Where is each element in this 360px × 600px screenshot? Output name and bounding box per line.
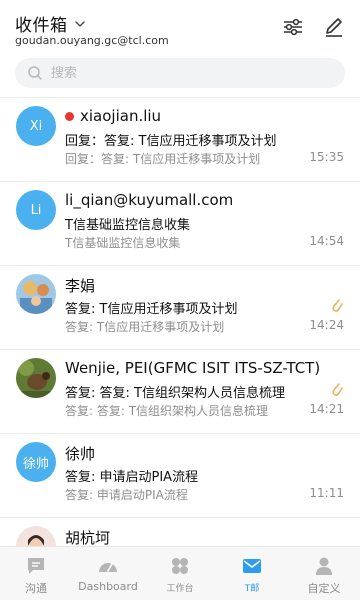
folder-switcher[interactable]: 收件箱 (15, 11, 86, 36)
tab-custom[interactable]: 自定义 (288, 547, 360, 600)
mail-time: 11:11 (309, 486, 344, 500)
mail-header: 收件箱 goudan.ouyang.gc@tcl.com (0, 0, 360, 56)
avatar-photo-image (16, 358, 56, 398)
mail-item[interactable]: 徐帅 徐帅 答复: 申请启动PIA流程 答复: 申请启动PIA流程 11:11 (0, 434, 360, 518)
gauge-icon (99, 563, 117, 572)
mail-time: 14:21 (309, 402, 344, 416)
sender-name: xiaojian.liu (80, 107, 162, 125)
person-icon (316, 557, 332, 575)
mail-item[interactable]: Li li_qian@kuyumall.com T信基础监控信息收集 T信基础监… (0, 182, 360, 266)
mail-preview: 答复: 答复: T信组织架构人员信息梳理 (65, 404, 269, 418)
tab-label: T邮 (244, 584, 260, 594)
avatar-photo-image (16, 274, 56, 314)
filter-sliders-icon (284, 18, 302, 36)
account-email: goudan.ouyang.gc@tcl.com (15, 34, 169, 47)
search-icon (28, 66, 42, 80)
mail-preview: 回复：答复: T信应用迁移事项及计划 (65, 152, 261, 166)
sender-name: 李娟 (65, 277, 96, 295)
unread-dot-icon (65, 111, 74, 121)
mail-item[interactable]: Xi xiaojian.liu 回复：答复: T信应用迁移事项及计划 回复：答复… (0, 98, 360, 182)
paperclip-icon (332, 383, 343, 396)
tab-label: 自定义 (307, 582, 341, 595)
mail-sender: li_qian@kuyumall.com (65, 191, 233, 209)
avatar: 徐帅 (16, 442, 56, 482)
compose-pencil-icon (326, 18, 342, 37)
chat-icon (28, 558, 44, 574)
mail-preview: 答复: 申请启动PIA流程 (65, 488, 188, 502)
mail-preview: T信基础监控信息收集 (65, 236, 181, 250)
avatar-initials: Li (30, 202, 42, 218)
avatar: Li (16, 190, 56, 230)
avatar-initials: 徐帅 (22, 456, 49, 472)
tab-label: Dashboard (78, 580, 138, 593)
avatar-photo (16, 526, 56, 546)
mail-sender: xiaojian.liu (65, 107, 161, 125)
mail-subject: 回复：答复: T信应用迁移事项及计划 (65, 134, 277, 149)
sender-name: Wenjie, PEI(GFMC ISIT ITS-SZ-TCT) (65, 359, 321, 377)
chevron-down-icon (74, 20, 85, 27)
avatar-initials: Xi (29, 118, 43, 134)
tab-chat[interactable]: 沟通 (0, 547, 72, 600)
mail-subject: 答复: 申请启动PIA流程 (65, 470, 199, 485)
mail-subject: T信基础监控信息收集 (65, 218, 190, 233)
mail-subject: 答复: 答复: T信组织架构人员信息梳理 (65, 386, 285, 401)
mail-preview: 答复: T信应用迁移事项及计划 (65, 320, 225, 334)
mail-sender: 徐帅 (65, 443, 95, 464)
workbench-icon (172, 558, 188, 574)
mail-time: 14:54 (309, 234, 344, 248)
mail-sender: 李娟 (65, 275, 95, 296)
mail-subject: 答复: T信应用迁移事项及计划 (65, 302, 238, 317)
tab-mail[interactable]: T邮 (216, 547, 288, 600)
mail-time: 14:24 (309, 318, 344, 332)
filter-button[interactable] (280, 14, 306, 40)
avatar: Xi (16, 106, 56, 146)
mail-item[interactable]: Wenjie, PEI(GFMC ISIT ITS-SZ-TCT) 答复: 答复… (0, 350, 360, 434)
avatar-photo (16, 358, 56, 398)
sender-name: 徐帅 (65, 445, 96, 463)
compose-button[interactable] (321, 14, 347, 40)
search-bar[interactable] (15, 58, 345, 88)
tab-dashboard[interactable]: Dashboard (72, 547, 144, 600)
sender-name: 胡杭坷 (65, 529, 111, 546)
paperclip-icon (332, 299, 343, 312)
mail-icon (243, 559, 261, 573)
mail-list[interactable]: Xi xiaojian.liu 回复：答复: T信应用迁移事项及计划 回复：答复… (0, 98, 360, 546)
sender-name: li_qian@kuyumall.com (65, 191, 234, 209)
tab-label: 沟通 (25, 582, 47, 595)
bottom-tab-bar: 沟通 Dashboard 工作台 T邮 自定义 (0, 546, 360, 600)
mail-sender: Wenjie, PEI(GFMC ISIT ITS-SZ-TCT) (65, 359, 320, 377)
search-input[interactable] (51, 65, 311, 81)
mail-sender: 胡杭坷 (65, 527, 110, 546)
avatar-photo-image (16, 526, 56, 546)
mail-time: 15:35 (309, 150, 344, 164)
tab-workbench[interactable]: 工作台 (144, 547, 216, 600)
avatar-photo (16, 274, 56, 314)
tab-label: 工作台 (166, 584, 194, 594)
mail-item[interactable]: 李娟 答复: T信应用迁移事项及计划 答复: T信应用迁移事项及计划 14:24 (0, 266, 360, 350)
mail-item[interactable]: 胡杭坷 (0, 518, 360, 546)
folder-name: 收件箱 (15, 16, 68, 36)
